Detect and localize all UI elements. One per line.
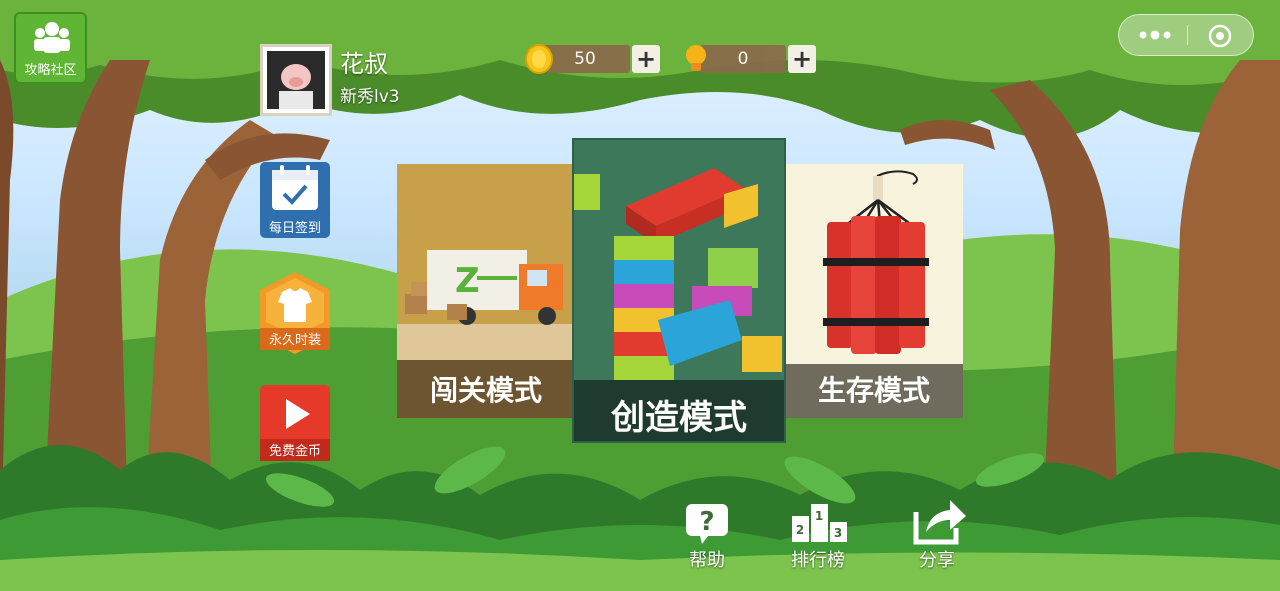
add-coins-button[interactable]: +	[632, 45, 660, 73]
free-coins-button[interactable]: 免费金币	[258, 385, 332, 461]
podium-second-label: 2	[796, 523, 804, 537]
people-icon	[34, 22, 70, 53]
miniprogram-capsule	[1118, 14, 1254, 56]
player-name: 花叔	[340, 50, 388, 78]
share-button[interactable]: 分享	[902, 500, 972, 572]
level-mode-card[interactable]: Z 闯关模式	[397, 164, 575, 418]
game-home-screen: 攻略社区 花叔 新秀lv3 50 + 0 + 每日签到 永久时装 免费金币 Z …	[0, 0, 1280, 591]
community-button[interactable]: 攻略社区	[14, 12, 87, 84]
help-button[interactable]: ? 帮助	[672, 502, 742, 572]
podium-icon: 2 1 3	[792, 504, 847, 542]
share-icon	[913, 500, 966, 545]
add-hints-button[interactable]: +	[788, 45, 816, 73]
help-label: 帮助	[689, 550, 725, 571]
podium-third-label: 3	[834, 526, 842, 540]
avatar[interactable]	[260, 44, 332, 116]
avatar-image	[267, 51, 325, 109]
survival-mode-label: 生存模式	[817, 374, 930, 407]
podium-first-label: 1	[815, 509, 823, 523]
coin-icon	[525, 44, 553, 74]
close-target-icon[interactable]	[1207, 23, 1233, 49]
capsule-divider	[1187, 25, 1188, 45]
help-icon: ?	[686, 504, 728, 544]
free-coins-label: 免费金币	[268, 444, 321, 459]
player-level: 新秀lv3	[340, 87, 400, 107]
daily-checkin-label: 每日签到	[268, 221, 321, 236]
daily-checkin-button[interactable]: 每日签到	[258, 162, 332, 238]
permanent-outfit-label: 永久时装	[268, 333, 321, 348]
creative-mode-card[interactable]: 创造模式	[572, 138, 786, 443]
leaderboard-button[interactable]: 2 1 3 排行榜	[783, 502, 853, 572]
permanent-outfit-button[interactable]: 永久时装	[258, 272, 332, 354]
more-icon[interactable]	[1137, 28, 1173, 42]
leaderboard-label: 排行榜	[791, 550, 845, 571]
hint-count: 0	[700, 45, 786, 73]
share-label: 分享	[919, 550, 955, 571]
survival-mode-card[interactable]: 生存模式	[785, 164, 963, 418]
lightbulb-icon	[686, 45, 706, 71]
svg-text:Z: Z	[455, 261, 480, 301]
svg-text:?: ?	[699, 507, 714, 537]
community-label: 攻略社区	[24, 63, 77, 78]
creative-mode-label: 创造模式	[611, 398, 747, 438]
level-mode-label: 闯关模式	[429, 374, 542, 407]
